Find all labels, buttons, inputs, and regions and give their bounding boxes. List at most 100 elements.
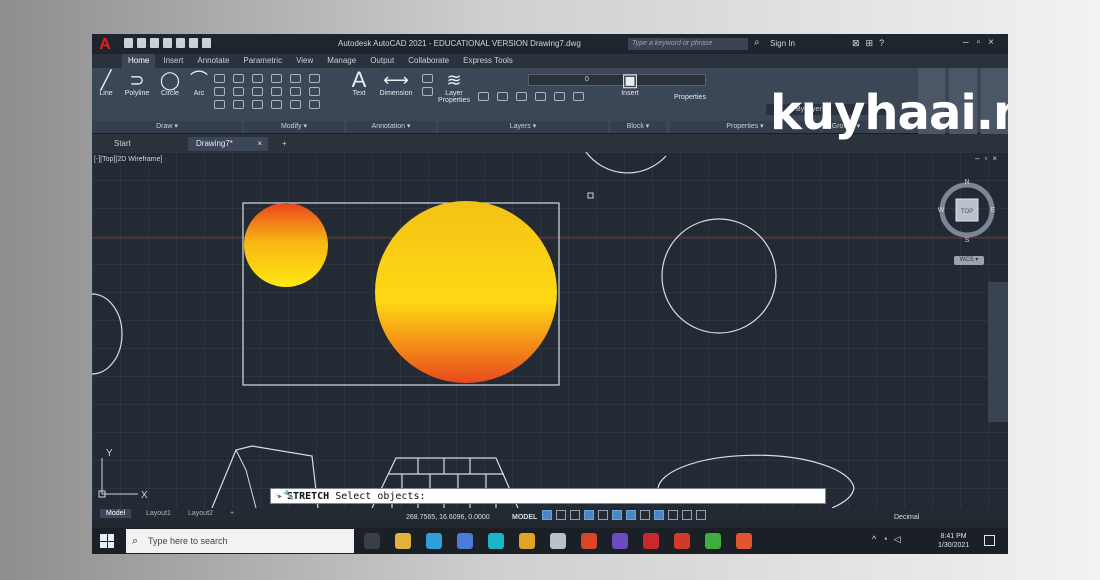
layer-tool-icon-5[interactable] (554, 92, 565, 101)
snap-toggle-icon[interactable] (556, 510, 566, 520)
sign-in-button[interactable]: Sign In (770, 39, 795, 48)
grid-toggle-icon[interactable] (542, 510, 552, 520)
modify-panel-label[interactable]: Modify ▾ (244, 121, 344, 133)
tab-manage[interactable]: Manage (321, 54, 362, 68)
arc-top-shape[interactable] (585, 152, 667, 174)
viewcube[interactable]: TOP N S W E (938, 178, 996, 258)
trim-icon[interactable] (290, 74, 301, 83)
tab-collaborate[interactable]: Collaborate (402, 54, 455, 68)
help-search-input[interactable]: Type a keyword or phrase (628, 38, 748, 50)
navigation-bar[interactable] (988, 282, 1008, 422)
polyline-tool[interactable]: ⊃ Polyline (120, 70, 154, 97)
insert-block-tool[interactable]: ▣ Insert (616, 70, 644, 97)
text-tool[interactable]: A Text (348, 69, 370, 98)
region-tool-icon[interactable] (233, 87, 244, 96)
undo-icon[interactable] (189, 38, 198, 48)
stretch-icon[interactable] (252, 100, 263, 109)
ellipse-shape[interactable] (657, 454, 855, 493)
mirror-icon[interactable] (271, 87, 282, 96)
rotate-icon[interactable] (271, 74, 282, 83)
annotation-scale-icon[interactable] (654, 510, 664, 520)
boundary-tool-icon[interactable] (233, 100, 244, 109)
compass-south[interactable]: S (965, 237, 970, 244)
file-explorer-icon[interactable] (395, 533, 411, 549)
tab-express-tools[interactable]: Express Tools (457, 54, 519, 68)
erase-icon[interactable] (309, 74, 320, 83)
layer-tool-icon-2[interactable] (497, 92, 508, 101)
polar-toggle-icon[interactable] (584, 510, 594, 520)
tab-insert[interactable]: Insert (157, 54, 189, 68)
close-icon[interactable]: × (988, 37, 1002, 48)
plot-icon[interactable] (176, 38, 185, 48)
block-panel-label[interactable]: Block ▾ (610, 121, 666, 133)
new-tab-icon[interactable]: + (274, 137, 295, 151)
dimension-tool[interactable]: ⟷ Dimension (374, 70, 418, 97)
layer-tool-icon-1[interactable] (478, 92, 489, 101)
small-gradient-circle[interactable] (244, 203, 328, 287)
compass-east[interactable]: E (991, 207, 996, 214)
close-tab-icon[interactable]: × (257, 137, 262, 151)
app-green-icon[interactable] (705, 533, 721, 549)
scale-icon[interactable] (271, 100, 282, 109)
units-dropdown[interactable]: Decimal (894, 514, 919, 521)
circle-tool[interactable]: ◯ Circle (156, 70, 184, 97)
compass-north[interactable]: N (964, 179, 969, 186)
new-file-icon[interactable] (124, 38, 133, 48)
compass-west[interactable]: W (938, 207, 945, 214)
polyline-tent-inner[interactable] (235, 449, 257, 508)
command-customize-icon[interactable]: 🔧 (283, 490, 298, 500)
move-icon[interactable] (252, 74, 263, 83)
redo-icon[interactable] (202, 38, 211, 48)
array-icon[interactable] (290, 100, 301, 109)
volume-icon[interactable]: ◁ (894, 534, 907, 544)
chrome-icon[interactable] (519, 533, 535, 549)
app-red-icon[interactable] (674, 533, 690, 549)
taskbar-search-input[interactable]: ⌕ Type here to search (126, 529, 354, 553)
object-snap-tracking-icon[interactable] (612, 510, 622, 520)
large-gradient-circle[interactable] (375, 201, 557, 383)
help-icon[interactable]: ? (879, 38, 890, 48)
drawing-canvas[interactable]: [-][Top][2D Wireframe] –▫× TOP N S W E W… (92, 152, 1008, 508)
isodraft-toggle-icon[interactable] (598, 510, 608, 520)
network-icon[interactable]: ◔ (882, 534, 893, 544)
app-orange-icon[interactable] (736, 533, 752, 549)
ortho-toggle-icon[interactable] (570, 510, 580, 520)
windows-start-icon[interactable] (100, 534, 114, 548)
layer-tool-icon-3[interactable] (516, 92, 527, 101)
spline-tool-icon[interactable] (214, 100, 225, 109)
search-icon[interactable]: ⌕ (754, 37, 760, 48)
object-snap-icon[interactable] (626, 510, 636, 520)
save-icon[interactable] (150, 38, 159, 48)
units-icon[interactable] (696, 510, 706, 520)
edge-icon[interactable] (426, 533, 442, 549)
tab-drawing7[interactable]: Drawing7* × (188, 137, 268, 151)
exchange-icon[interactable]: ⊞ (866, 38, 880, 48)
layer-tool-icon-4[interactable] (535, 92, 546, 101)
app-purple-icon[interactable] (612, 533, 628, 549)
open-file-icon[interactable] (137, 38, 146, 48)
layers-panel-label[interactable]: Layers ▾ (438, 121, 608, 133)
teams-icon[interactable] (457, 533, 473, 549)
tray-chevron-icon[interactable]: ^ (872, 534, 882, 544)
tab-parametric[interactable]: Parametric (237, 54, 288, 68)
workspace-switch-icon[interactable] (668, 510, 678, 520)
hatch-tool-icon[interactable] (233, 74, 244, 83)
fillet-icon[interactable] (290, 87, 301, 96)
notifications-icon[interactable] (984, 535, 995, 546)
task-view-icon[interactable] (364, 533, 380, 549)
autocad-logo-icon[interactable]: A (96, 36, 114, 53)
lineweight-toggle-icon[interactable] (640, 510, 650, 520)
save-as-icon[interactable] (163, 38, 172, 48)
restore-icon[interactable]: ▫ (977, 37, 989, 48)
minimize-icon[interactable]: – (963, 37, 977, 48)
cursor-coordinates[interactable]: 268.7565, 16.6096, 0.0000 (406, 514, 490, 521)
ellipse-shape-tail[interactable] (831, 487, 855, 508)
partial-circle-left[interactable] (92, 293, 123, 375)
tab-annotate[interactable]: Annotate (191, 54, 235, 68)
tab-view[interactable]: View (290, 54, 319, 68)
rectangle-tool-icon[interactable] (214, 74, 225, 83)
layer-properties-tool[interactable]: ≋ Layer Properties (436, 70, 472, 104)
draw-panel-label[interactable]: Draw ▾ (92, 121, 242, 133)
tab-home[interactable]: Home (122, 54, 156, 68)
leader-icon[interactable] (422, 74, 433, 83)
